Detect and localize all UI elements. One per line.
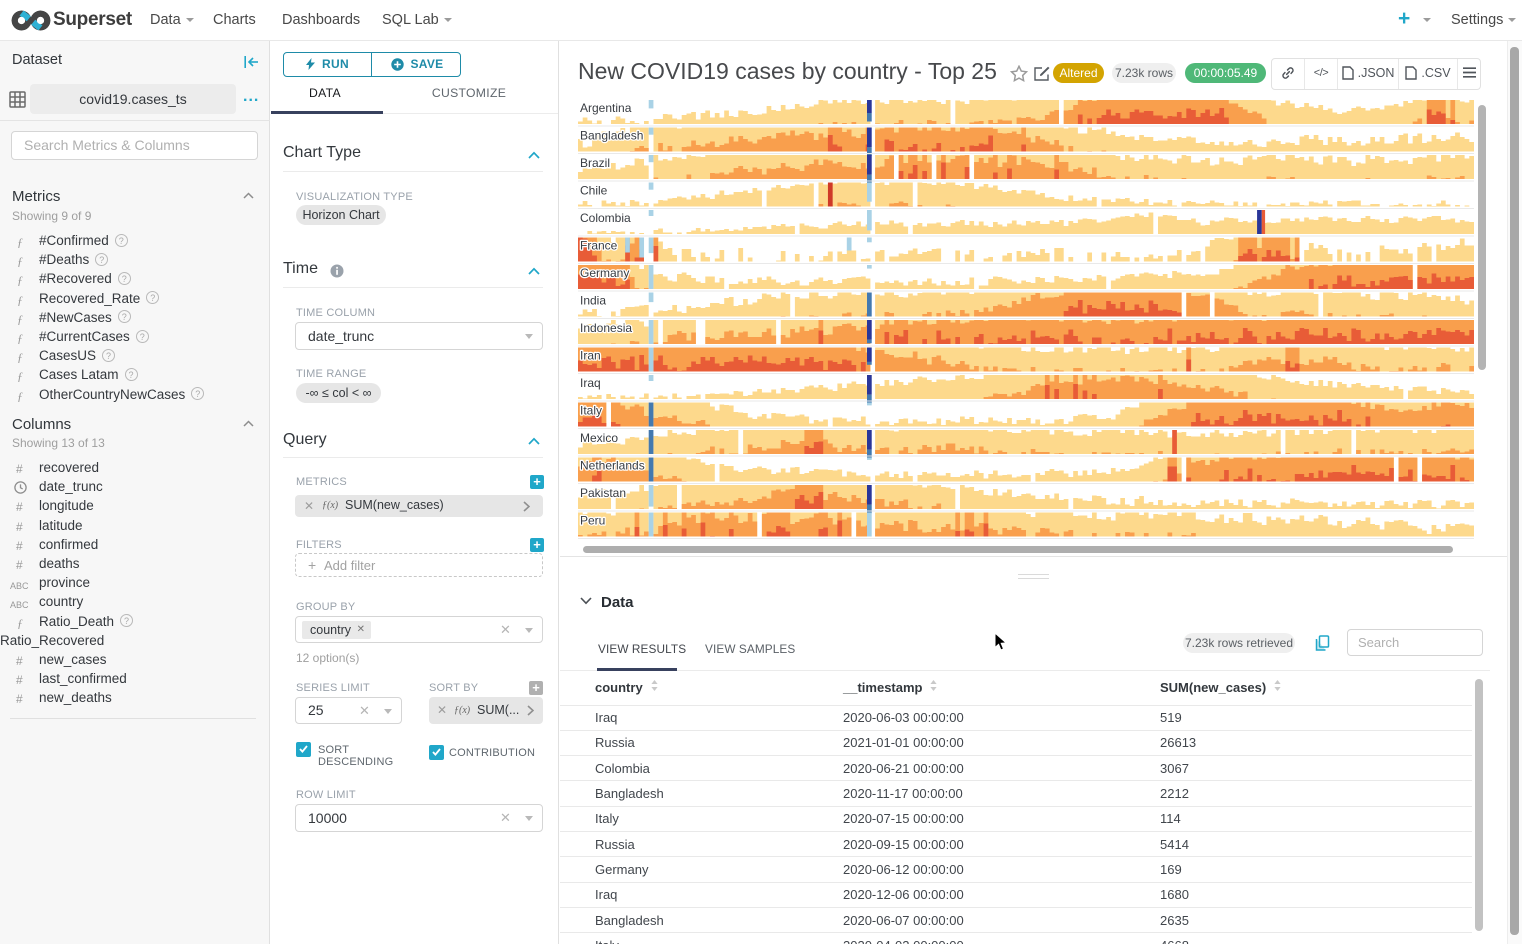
svg-text:India: India — [580, 294, 606, 308]
svg-text:Germany: Germany — [580, 266, 629, 280]
svg-text:Brazil: Brazil — [580, 156, 610, 170]
svg-text:Netherlands: Netherlands — [580, 459, 645, 473]
svg-text:Bangladesh: Bangladesh — [580, 129, 643, 143]
svg-text:Indonesia: Indonesia — [580, 321, 632, 335]
svg-text:Colombia: Colombia — [580, 211, 631, 225]
svg-text:Italy: Italy — [580, 404, 602, 418]
svg-text:Iran: Iran — [580, 349, 601, 363]
svg-text:France: France — [580, 239, 618, 253]
svg-text:Pakistan: Pakistan — [580, 486, 626, 500]
svg-text:Iraq: Iraq — [580, 376, 601, 390]
svg-text:Mexico: Mexico — [580, 431, 618, 445]
svg-text:Peru: Peru — [580, 514, 605, 528]
svg-text:Argentina: Argentina — [580, 101, 632, 115]
svg-text:Chile: Chile — [580, 184, 608, 198]
